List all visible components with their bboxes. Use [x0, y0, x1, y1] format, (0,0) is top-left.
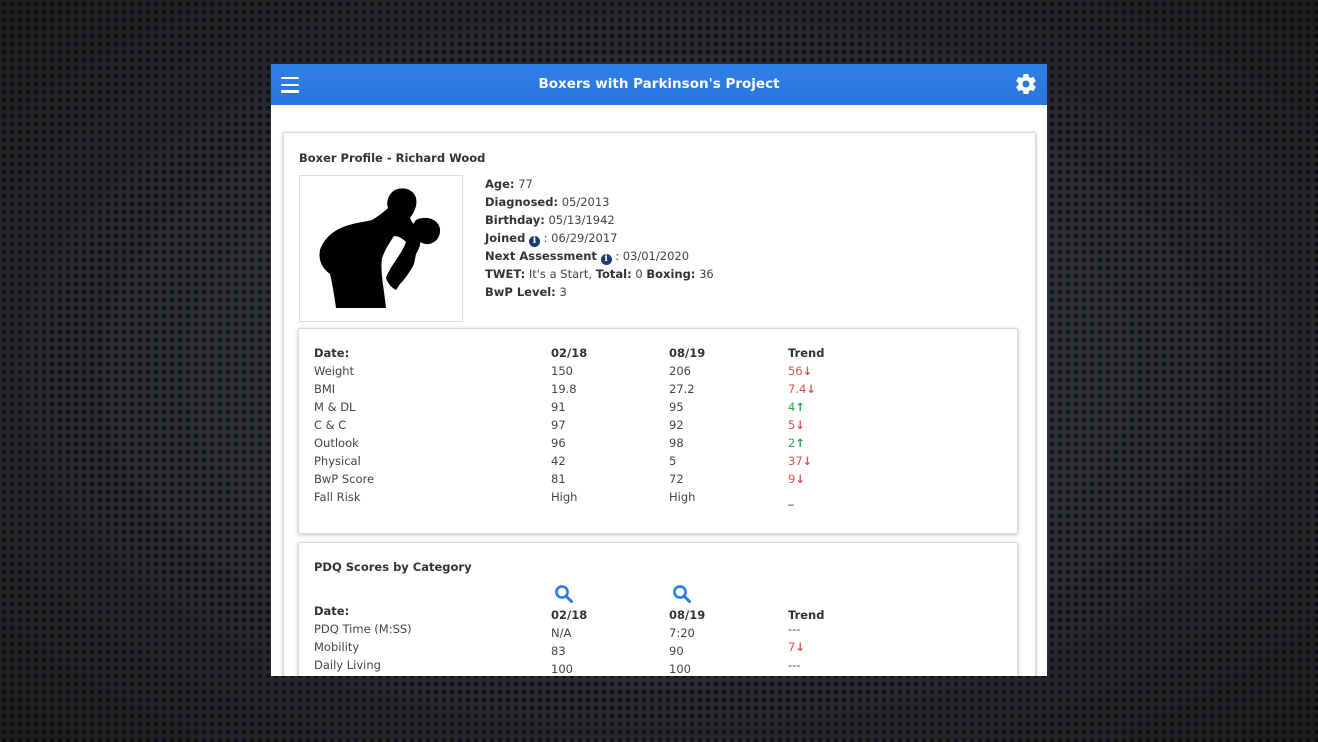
arrow-down-icon: ↓	[795, 418, 805, 432]
age-value: 77	[518, 177, 533, 191]
stats-cell-label: BMI	[314, 382, 336, 396]
trend-value: 7↓	[788, 640, 805, 654]
pdq-scores-card: PDQ Scores by Category Date: 02/18 08/19…	[298, 542, 1018, 676]
arrow-down-icon: ↓	[802, 454, 813, 468]
stats-header-row: Date: 02/18 08/19 Trend	[314, 346, 825, 360]
stats-cell-a: 96	[551, 436, 566, 450]
trend-value: 56↓	[788, 364, 813, 378]
trend-value: 2↑	[788, 436, 805, 450]
trend-value: ---	[788, 622, 801, 636]
stats-cell-b: 206	[669, 364, 691, 378]
info-circle-icon[interactable]: i	[600, 254, 612, 265]
bwp-level-row: BwP Level: 3	[485, 285, 567, 299]
birthday-value: 05/13/1942	[548, 213, 615, 227]
stats-row: BMI 19.8 27.2 7.4↓	[314, 382, 1004, 400]
bwp-level-value: 3	[559, 285, 567, 299]
stats-cell-a: 91	[551, 400, 566, 414]
trend-value: 9↓	[788, 472, 805, 486]
stats-cell-label: M & DL	[314, 400, 356, 414]
trend-value: 4↑	[788, 400, 805, 414]
stats-row: Outlook 96 98 2↑	[314, 436, 1004, 454]
pdq-cell-a: 83	[551, 644, 566, 658]
magnifier-icon[interactable]	[554, 584, 574, 604]
pdq-cell-b: 7:20	[669, 626, 695, 640]
pdq-row: PDQ Time (M:SS) N/A 7:20 ---	[314, 622, 1004, 640]
stats-row: M & DL 91 95 4↑	[314, 400, 1004, 418]
arrow-down-icon: ↓	[802, 364, 813, 378]
boxer-silhouette-image	[299, 175, 463, 322]
arrow-down-icon: ↓	[806, 382, 816, 396]
joined-value: : 06/29/2017	[543, 231, 618, 245]
trend-value: 7.4↓	[788, 382, 816, 396]
pdq-cell-label: PDQ Time (M:SS)	[314, 622, 412, 636]
stats-cell-a: 97	[551, 418, 566, 432]
assessment-stats-card: Date: 02/18 08/19 Trend Weight 150 206 56↓ B…	[298, 328, 1018, 534]
gear-icon[interactable]	[1014, 72, 1038, 96]
stats-cell-b: 98	[669, 436, 684, 450]
pdq-cell-a: 100	[551, 662, 573, 676]
stats-cell-b: 27.2	[669, 382, 695, 396]
stats-cell-label: C & C	[314, 418, 347, 432]
pdq-cell-label: Daily Living	[314, 658, 381, 672]
next-assessment-value: : 03/01/2020	[615, 249, 690, 263]
arrow-down-icon: ↓	[795, 640, 805, 654]
stats-cell-a: 81	[551, 472, 566, 486]
stats-cell-b: 92	[669, 418, 684, 432]
stats-cell-a: 42	[551, 454, 566, 468]
birthday-row: Birthday: 05/13/1942	[485, 213, 615, 227]
app-window: Boxers with Parkinson's Project Boxer Pr…	[271, 64, 1047, 676]
stats-cell-label: BwP Score	[314, 472, 375, 486]
diagnosed-value: 05/2013	[561, 195, 610, 209]
stats-row: Physical 42 5 37↓	[314, 454, 1004, 472]
trend-value: 37↓	[788, 454, 813, 468]
stats-cell-b: 72	[669, 472, 684, 486]
trend-value: 5↓	[788, 418, 805, 432]
pdq-row: Mobility 83 90 7↓	[314, 640, 1004, 658]
app-title: Boxers with Parkinson's Project	[538, 76, 780, 92]
pdq-row: Daily Living 100 100 ---	[314, 658, 1004, 676]
info-circle-icon[interactable]: i	[529, 236, 540, 247]
magnifier-icon[interactable]	[672, 584, 692, 604]
age-row: Age: 77	[485, 177, 533, 191]
stats-cell-a: 150	[551, 364, 573, 378]
stats-row: BwP Score 81 72 9↓	[314, 472, 1004, 490]
pdq-cell-label: Mobility	[314, 640, 360, 654]
pdq-cell-b: 90	[669, 644, 684, 658]
stats-cell-b: 95	[669, 400, 684, 414]
stats-row: C & C 97 92 5↓	[314, 418, 1004, 436]
stats-cell-label: Outlook	[314, 436, 359, 450]
stats-cell-b: High	[669, 490, 696, 504]
pdq-title: PDQ Scores by Category	[314, 560, 472, 574]
next-assessment-row: Next Assessment i : 03/01/2020	[485, 249, 690, 265]
stats-cell-b: 5	[669, 454, 677, 468]
arrow-down-icon: ↓	[795, 472, 805, 486]
arrow-up-icon: ↑	[795, 400, 805, 414]
stats-cell-label: Fall Risk	[314, 490, 361, 504]
joined-row: Joined i : 06/29/2017	[485, 231, 618, 247]
pdq-cell-b: 100	[669, 662, 691, 676]
profile-details: Age: 77 Diagnosed: 05/2013 Birthday: 05/…	[485, 175, 714, 301]
stats-cell-label: Physical	[314, 454, 361, 468]
diagnosed-row: Diagnosed: 05/2013	[485, 195, 610, 209]
twet-row: TWET: It's a Start, Total: 0 Boxing: 36	[485, 267, 714, 281]
stats-row: Fall Risk High High _	[314, 490, 1004, 508]
stats-cell-a: High	[551, 490, 578, 504]
stats-cell-label: Weight	[314, 364, 355, 378]
profile-title: Boxer Profile - Richard Wood	[299, 151, 486, 165]
trend-value: ---	[788, 658, 801, 672]
stats-cell-a: 19.8	[551, 382, 577, 396]
pdq-cell-a: N/A	[551, 626, 572, 640]
stats-row: Weight 150 206 56↓	[314, 364, 1004, 382]
top-bar: Boxers with Parkinson's Project	[271, 64, 1047, 105]
arrow-up-icon: ↑	[795, 436, 805, 450]
trend-value: _	[788, 492, 794, 506]
